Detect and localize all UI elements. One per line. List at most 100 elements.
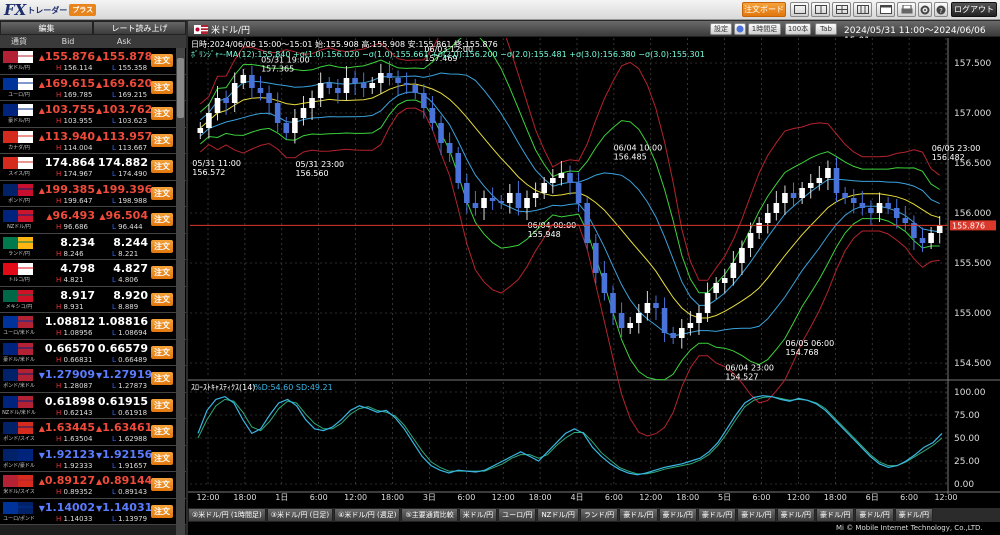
timeframe-select[interactable]: 1時間足	[748, 23, 781, 35]
layout-grid-icon[interactable]	[853, 2, 872, 17]
ask-price[interactable]: ▲169.620	[96, 77, 152, 90]
quote-row[interactable]: メキシコ/円 8.917 8.920 H 8.931 L 8.889 注文	[0, 286, 186, 313]
bid-price[interactable]: 8.917	[38, 289, 95, 302]
bid-price[interactable]: ▲155.876	[38, 50, 95, 63]
rate-read-button[interactable]: レート読み上げ	[93, 21, 186, 35]
chart-tab[interactable]: 豪ドル/円	[894, 508, 934, 522]
chart-tab[interactable]: 豪ドル/円	[776, 508, 815, 522]
order-button[interactable]: 注文	[151, 425, 173, 438]
order-button[interactable]: 注文	[151, 478, 173, 491]
quote-row[interactable]: ポンド/豪ドル ▼1.92123 ▼1.92156 H 1.92333 L 1.9165…	[0, 445, 186, 472]
quote-row[interactable]: 米ドル/円 ▲155.876 ▲155.878 H 156.114 L 155.358 注…	[0, 48, 186, 75]
window-icon[interactable]	[876, 2, 895, 17]
help-icon[interactable]: ?	[934, 2, 948, 17]
chart-canvas[interactable]: 154.500155.000155.500156.000156.500157.0…	[188, 38, 1000, 508]
scroll-thumb[interactable]	[177, 58, 184, 118]
order-button[interactable]: 注文	[151, 160, 173, 173]
bid-price[interactable]: ▼1.92123	[38, 448, 95, 461]
bid-price[interactable]: 0.61898	[38, 395, 95, 408]
quote-row[interactable]: NZドル/円 ▲96.493 ▲96.504 H 96.686 L 96.444 注文	[0, 207, 186, 234]
quote-list-scrollbar[interactable]	[176, 48, 185, 535]
order-button[interactable]: 注文	[151, 213, 173, 226]
order-board-button[interactable]: 注文ボード	[742, 2, 786, 17]
ask-price[interactable]: ▲113.957	[96, 130, 152, 143]
chart-tab[interactable]: NZドル/円	[537, 508, 579, 522]
chart-tab[interactable]: ③米ドル/円 (日足)	[266, 508, 334, 522]
chart-tab[interactable]: ユーロ/円	[498, 508, 537, 522]
order-button[interactable]: 注文	[151, 292, 173, 306]
ask-price[interactable]: ▼1.27919	[96, 368, 152, 381]
ask-price[interactable]: ▼1.14031	[96, 501, 152, 514]
quote-row[interactable]: ユーロ/円 ▲169.615 ▲169.620 H 169.785 L 169.215 注…	[0, 74, 186, 101]
print-icon[interactable]	[897, 2, 916, 17]
ask-price[interactable]: ▲103.762	[96, 103, 152, 116]
chart-tab[interactable]: ④米ドル/円 (週足)	[334, 508, 401, 522]
bid-price[interactable]: ▲1.63445	[38, 421, 95, 434]
order-button[interactable]: 注文	[151, 80, 173, 94]
ask-price[interactable]: ▲96.504	[96, 209, 148, 222]
order-button[interactable]: 注文	[151, 107, 173, 120]
ask-price[interactable]: ▼1.92156	[96, 448, 152, 461]
edit-button[interactable]: 編集	[0, 21, 93, 35]
bid-price[interactable]: ▲103.755	[38, 103, 95, 116]
gear-icon[interactable]	[918, 2, 932, 17]
bid-price[interactable]: 4.798	[38, 262, 95, 275]
ask-price[interactable]: 0.66579	[96, 342, 148, 355]
quote-row[interactable]: カナダ/円 ▲113.940 ▲113.957 H 114.004 L 113.667 注…	[0, 127, 186, 154]
chart-tab[interactable]: 米ドル/円	[458, 508, 498, 522]
ask-price[interactable]: 1.08816	[96, 315, 148, 328]
bid-price[interactable]: 1.08812	[38, 315, 95, 328]
bid-price[interactable]: ▼1.27909	[38, 368, 95, 381]
bid-price[interactable]: ▲113.940	[38, 130, 95, 143]
bid-price[interactable]: ▲169.615	[38, 77, 95, 90]
order-button[interactable]: 注文	[151, 319, 173, 332]
quote-row[interactable]: 豪ドル/円 ▲103.755 ▲103.762 H 103.955 L 103.623 注…	[0, 101, 186, 128]
bid-price[interactable]: 8.234	[38, 236, 95, 249]
order-button[interactable]: 注文	[151, 239, 173, 253]
order-button[interactable]: 注文	[151, 398, 173, 412]
quote-row[interactable]: ユーロ/ポンド ▼1.14002 ▼1.14031 H 1.14033 L 1.1397…	[0, 498, 186, 525]
settings-button[interactable]: 設定	[710, 23, 732, 35]
order-button[interactable]: 注文	[151, 186, 173, 200]
quote-row[interactable]: ポンド/円 ▲199.385 ▲199.396 H 199.647 L 198.988 注…	[0, 180, 186, 207]
bid-price[interactable]: 174.864	[38, 156, 95, 169]
layout-quad-icon[interactable]	[832, 2, 851, 17]
ask-price[interactable]: ▲0.89144	[96, 474, 152, 487]
ask-price[interactable]: 0.61915	[96, 395, 148, 408]
bid-price[interactable]: ▲199.385	[38, 183, 95, 196]
ask-price[interactable]: 4.827	[96, 262, 148, 275]
bid-price[interactable]: 0.66570	[38, 342, 95, 355]
chart-tab[interactable]: ランド/円	[579, 508, 619, 522]
quote-row[interactable]: ポンド/スイス ▲1.63445 ▲1.63461 H 1.63504 L 1.6298…	[0, 419, 186, 446]
chart-tab[interactable]: 豪ドル/円	[658, 508, 697, 522]
layout-single-icon[interactable]	[790, 2, 809, 17]
quote-row[interactable]: ランド/円 8.234 8.244 H 8.246 L 8.221 注文	[0, 233, 186, 260]
logout-button[interactable]: ログアウト	[951, 2, 997, 17]
order-button[interactable]: 注文	[151, 451, 173, 465]
quote-row[interactable]: 豪ドル/米ドル 0.66570 0.66579 H 0.66831 L 0.66489 注…	[0, 339, 186, 366]
order-button[interactable]: 注文	[151, 372, 173, 385]
chart-tab[interactable]: 豪ドル/円	[619, 508, 658, 522]
palette-icon[interactable]	[734, 23, 746, 35]
quote-row[interactable]: ユーロ/米ドル 1.08812 1.08816 H 1.08956 L 1.08694 注…	[0, 313, 186, 340]
chart-tab[interactable]: 豪ドル/円	[737, 508, 776, 522]
chart-tab[interactable]: ②米ドル/円 (1時間足)	[188, 508, 266, 522]
ask-price[interactable]: ▲1.63461	[96, 421, 152, 434]
order-button[interactable]: 注文	[151, 54, 173, 67]
chart-tab[interactable]: ⑤主要通貨比較	[401, 508, 458, 522]
quote-row[interactable]: スイス/円 174.864 174.882 H 174.967 L 174.490 注文	[0, 154, 186, 181]
tab-button[interactable]: Tab	[815, 23, 837, 35]
bar-count-select[interactable]: 100本	[785, 23, 811, 35]
chart-tab[interactable]: 豪ドル/円	[697, 508, 737, 522]
ask-price[interactable]: ▲155.878	[96, 50, 152, 63]
order-button[interactable]: 注文	[151, 266, 173, 279]
ask-price[interactable]: 8.244	[96, 236, 148, 249]
order-button[interactable]: 注文	[151, 345, 173, 359]
chart-tab[interactable]: 豪ドル/円	[855, 508, 894, 522]
ask-price[interactable]: 8.920	[96, 289, 148, 302]
quote-row[interactable]: トルコ/円 4.798 4.827 H 4.821 L 4.806 注文	[0, 260, 186, 287]
ask-price[interactable]: 174.882	[96, 156, 148, 169]
order-button[interactable]: 注文	[151, 133, 173, 147]
bid-price[interactable]: ▲0.89127	[38, 474, 95, 487]
quote-row[interactable]: NZドル/米ドル 0.61898 0.61915 H 0.62143 L 0.61918…	[0, 392, 186, 419]
